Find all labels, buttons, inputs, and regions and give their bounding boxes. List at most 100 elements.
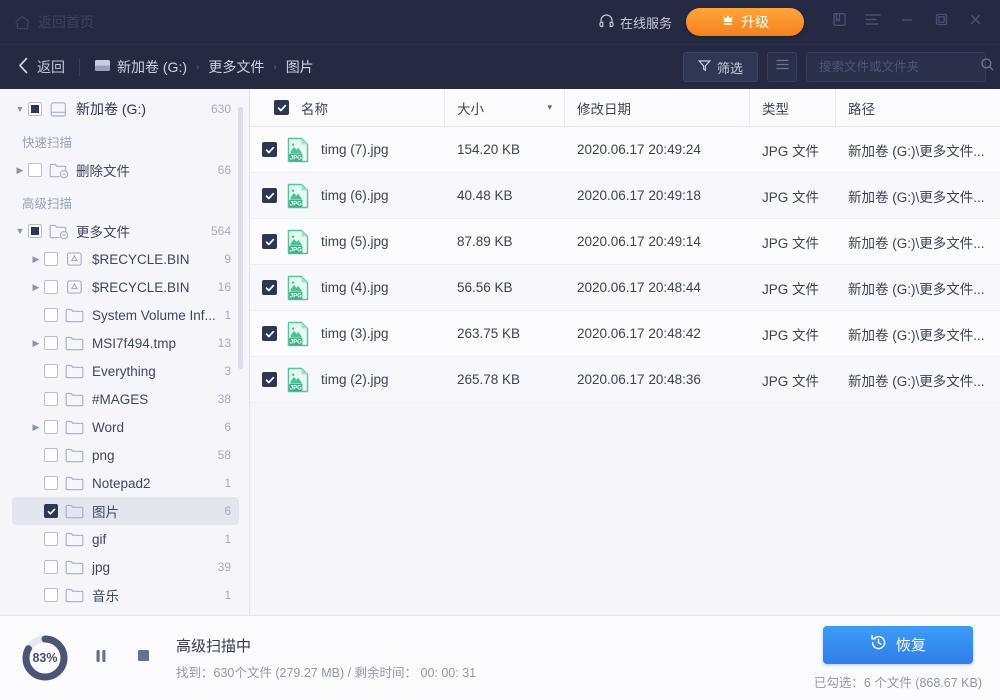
select-all-checkbox[interactable] <box>274 100 289 115</box>
tree-checkbox[interactable] <box>44 420 58 434</box>
tree-item-label: $RECYCLE.BIN <box>92 252 216 267</box>
tree-checkbox[interactable] <box>44 588 58 602</box>
cell-name: JPGtimg (7).jpg <box>250 137 445 163</box>
svg-text:JPG: JPG <box>290 246 302 253</box>
tree-item-[interactable]: 音乐1 <box>12 581 239 609</box>
tree-checkbox[interactable] <box>44 392 58 406</box>
cell-date: 2020.06.17 20:49:18 <box>565 188 750 203</box>
tree-item-mages[interactable]: #MAGES38 <box>12 385 239 413</box>
tree-item-recyclebin[interactable]: ▶$RECYCLE.BIN16 <box>12 273 239 301</box>
chevron-down-icon[interactable]: ▼ <box>12 104 28 114</box>
file-date: 2020.06.17 20:49:18 <box>577 188 701 203</box>
tree-checkbox[interactable] <box>44 308 58 322</box>
scan-info: 高级扫描中 找到：630个文件 (279.27 MB) / 剩余时间： 00: … <box>176 635 476 681</box>
tree-checkbox[interactable] <box>44 364 58 378</box>
back-button[interactable]: 返回 <box>18 57 65 77</box>
recover-label: 恢复 <box>896 634 926 655</box>
upgrade-button[interactable]: 升级 <box>686 8 804 36</box>
search-input[interactable] <box>819 60 980 74</box>
tree-checkbox[interactable] <box>44 560 58 574</box>
chevron-right-icon[interactable]: ▶ <box>28 254 44 265</box>
footer-actions: 恢复 已勾选：6 个文件 (868.67 KB) <box>814 626 982 691</box>
row-checkbox[interactable] <box>262 372 277 387</box>
chevron-right-icon[interactable]: ▶ <box>28 422 44 433</box>
table-row[interactable]: JPGtimg (7).jpg154.20 KB2020.06.17 20:49… <box>250 127 1000 173</box>
tree-item-msi7f494tmp[interactable]: ▶MSI7f494.tmp13 <box>12 329 239 357</box>
tree-checkbox[interactable] <box>44 448 58 462</box>
breadcrumb-item-folder[interactable]: 更多文件 <box>208 57 264 77</box>
row-checkbox[interactable] <box>262 280 277 295</box>
table-row[interactable]: JPGtimg (6).jpg40.48 KB2020.06.17 20:49:… <box>250 173 1000 219</box>
tree-item-jpg[interactable]: jpg39 <box>12 553 239 581</box>
table-row[interactable]: JPGtimg (2).jpg265.78 KB2020.06.17 20:48… <box>250 357 1000 403</box>
tree-checkbox[interactable] <box>44 336 58 350</box>
row-checkbox[interactable] <box>262 234 277 249</box>
tree-item-root[interactable]: ▼新加卷 (G:)630 <box>12 95 239 123</box>
menu-button[interactable] <box>856 7 890 37</box>
tree-item-notepad2[interactable]: Notepad21 <box>12 469 239 497</box>
minimize-button[interactable] <box>890 7 924 37</box>
headset-icon <box>599 13 614 32</box>
row-checkbox[interactable] <box>262 142 277 157</box>
breadcrumb-label-1: 更多文件 <box>208 57 264 77</box>
chevron-down-icon[interactable]: ▾ <box>547 102 552 113</box>
tree-checkbox[interactable] <box>28 163 42 177</box>
row-checkbox[interactable] <box>262 326 277 341</box>
tree-item-[interactable]: ▶删除文件66 <box>12 156 239 184</box>
more-folder-icon <box>49 223 69 240</box>
file-type: JPG 文件 <box>762 278 819 298</box>
chevron-right-icon[interactable]: ▶ <box>28 282 44 293</box>
file-size: 263.75 KB <box>457 326 520 341</box>
column-header-type[interactable]: 类型 <box>750 89 836 127</box>
tree-item-[interactable]: ▼更多文件564 <box>12 217 239 245</box>
tree-item-gif[interactable]: gif1 <box>12 525 239 553</box>
tree-item-everything[interactable]: Everything3 <box>12 357 239 385</box>
chevron-right-icon[interactable]: ▶ <box>28 338 44 349</box>
column-header-date[interactable]: 修改日期 <box>565 89 750 127</box>
recover-button[interactable]: 恢复 <box>823 626 973 664</box>
tree-item-[interactable]: 图片6 <box>12 497 239 525</box>
tree-item-systemvolumeinf[interactable]: System Volume Inf...1 <box>12 301 239 329</box>
tree-checkbox[interactable] <box>44 252 58 266</box>
maximize-button[interactable] <box>924 7 958 37</box>
home-button[interactable]: 返回首页 <box>14 12 94 32</box>
online-service-button[interactable]: 在线服务 <box>599 13 672 32</box>
column-header-path[interactable]: 路径 <box>836 89 1000 127</box>
close-button[interactable] <box>958 7 992 37</box>
filter-button[interactable]: 筛选 <box>683 52 758 82</box>
tree-section-header: 快速扫描 <box>0 123 249 156</box>
breadcrumb-item-current[interactable]: 图片 <box>286 57 314 77</box>
table-row[interactable]: JPGtimg (3).jpg263.75 KB2020.06.17 20:48… <box>250 311 1000 357</box>
row-checkbox[interactable] <box>262 188 277 203</box>
manual-button[interactable] <box>822 7 856 37</box>
tree-checkbox[interactable] <box>44 280 58 294</box>
table-row[interactable]: JPGtimg (4).jpg56.56 KB2020.06.17 20:48:… <box>250 265 1000 311</box>
pause-button[interactable] <box>88 645 114 671</box>
column-label-name: 名称 <box>301 98 328 118</box>
tree-checkbox[interactable] <box>28 224 42 238</box>
search-icon[interactable] <box>980 57 995 77</box>
column-header-name[interactable]: 名称 <box>250 89 445 127</box>
stop-button[interactable] <box>130 645 156 671</box>
search-box[interactable] <box>806 52 986 82</box>
tree-checkbox[interactable] <box>44 504 58 518</box>
chevron-down-icon[interactable]: ▼ <box>12 226 28 236</box>
column-header-size[interactable]: 大小 ▾ <box>445 89 565 127</box>
tree-item-png[interactable]: png58 <box>12 441 239 469</box>
sidebar-scrollbar[interactable] <box>238 107 243 369</box>
table-row[interactable]: JPGtimg (5).jpg87.89 KB2020.06.17 20:49:… <box>250 219 1000 265</box>
column-label-type: 类型 <box>762 98 789 118</box>
tree-checkbox[interactable] <box>44 532 58 546</box>
chevron-right-icon[interactable]: ▶ <box>12 165 28 176</box>
tree-checkbox[interactable] <box>28 102 42 116</box>
file-size: 87.89 KB <box>457 234 513 249</box>
svg-text:JPG: JPG <box>290 200 302 207</box>
tree-checkbox[interactable] <box>44 476 58 490</box>
breadcrumb-item-drive[interactable]: 新加卷 (G:) <box>94 57 187 77</box>
tree-item-word[interactable]: ▶Word6 <box>12 413 239 441</box>
list-view-button[interactable] <box>767 52 797 82</box>
tree-item-count: 39 <box>218 560 231 574</box>
cell-date: 2020.06.17 20:49:14 <box>565 234 750 249</box>
cell-path: 新加卷 (G:)\更多文件... <box>836 278 1000 298</box>
tree-item-recyclebin[interactable]: ▶$RECYCLE.BIN9 <box>12 245 239 273</box>
